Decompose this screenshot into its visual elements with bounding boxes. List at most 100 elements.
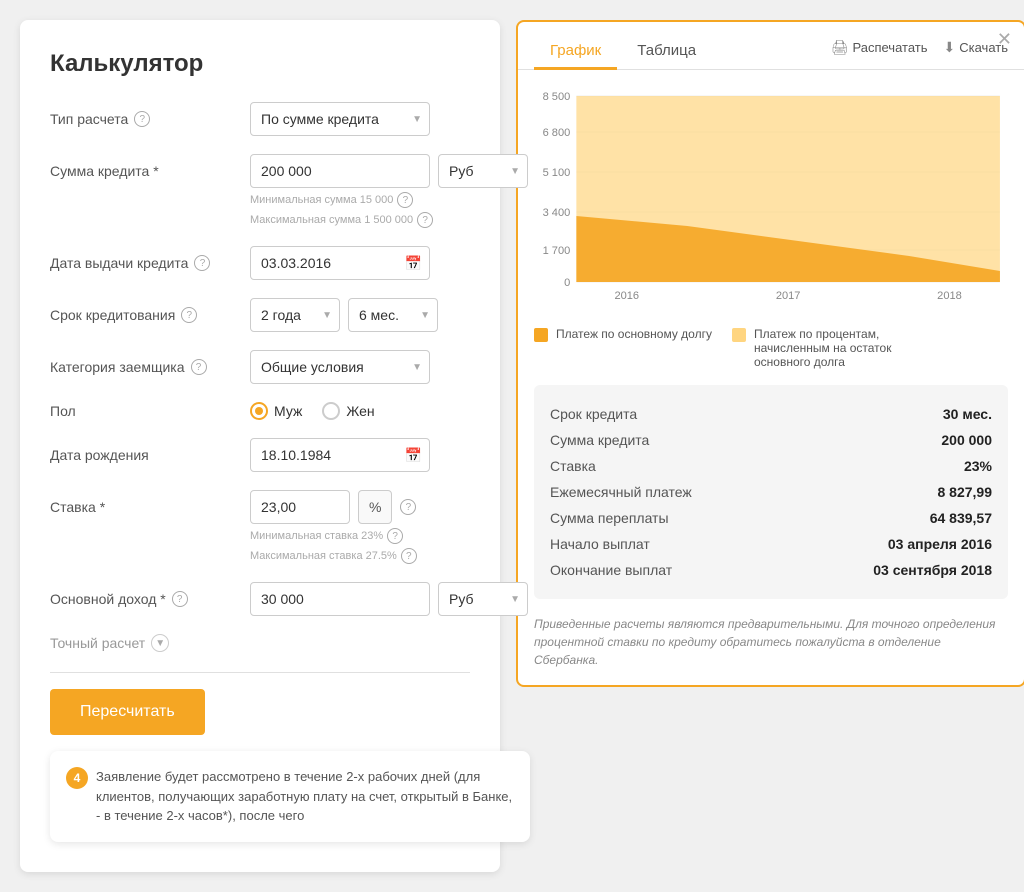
birthdate-label: Дата рождения — [50, 447, 250, 463]
svg-text:2018: 2018 — [937, 290, 962, 302]
exact-calc-row[interactable]: Точный расчет ▼ — [50, 634, 470, 652]
page-wrapper: Калькулятор Тип расчета ? По сумме креди… — [20, 20, 1004, 872]
print-button[interactable]: 🖨 Распечатать — [831, 39, 928, 56]
issue-date-label: Дата выдачи кредита ? — [50, 255, 250, 271]
income-help-icon[interactable]: ? — [172, 591, 188, 607]
rate-row: Ставка * % ? Минимальная ставка 23% ? Ма… — [50, 490, 470, 564]
gender-female-radio[interactable] — [322, 402, 340, 420]
legend-color-interest — [732, 328, 746, 342]
chart-area: 8 500 6 800 5 100 3 400 1 700 0 — [518, 70, 1024, 319]
summary-label-5: Начало выплат — [550, 536, 650, 552]
calculator-panel: Калькулятор Тип расчета ? По сумме креди… — [20, 20, 500, 872]
calc-type-help-icon[interactable]: ? — [134, 111, 150, 127]
summary-row-3: Ежемесячный платеж 8 827,99 — [550, 479, 992, 505]
rate-main-row: Ставка * % ? — [50, 490, 470, 524]
close-button[interactable]: ✕ — [997, 30, 1012, 48]
credit-amount-sub-texts: Минимальная сумма 15 000 ? Максимальная … — [250, 192, 470, 228]
summary-value-3: 8 827,99 — [938, 484, 993, 500]
calc-type-select-wrapper: По сумме кредита ▼ — [250, 102, 430, 136]
income-currency-select[interactable]: Руб — [438, 582, 528, 616]
rate-max-help-icon[interactable]: ? — [401, 548, 417, 564]
print-icon: 🖨 — [831, 39, 849, 56]
term-row: Срок кредитования ? 2 года 1 год 3 года … — [50, 298, 470, 332]
birthdate-input[interactable] — [250, 438, 430, 472]
summary-row-6: Окончание выплат 03 сентября 2018 — [550, 557, 992, 583]
rate-max-text: Максимальная ставка 27.5% ? — [250, 548, 470, 564]
step-row: 4 Заявление будет рассмотрено в течение … — [66, 767, 514, 826]
income-controls: Руб ▼ — [250, 582, 528, 616]
summary-value-5: 03 апреля 2016 — [888, 536, 992, 552]
term-months-wrapper: 6 мес. 0 мес. 3 мес. ▼ — [348, 298, 438, 332]
rate-min-help-icon[interactable]: ? — [387, 528, 403, 544]
term-label: Срок кредитования ? — [50, 307, 250, 323]
credit-amount-label: Сумма кредита * — [50, 163, 250, 179]
legend-label-interest: Платеж по процентам, начисленным на оста… — [754, 327, 912, 369]
gender-female-option[interactable]: Жен — [322, 402, 374, 420]
legend-item-principal: Платеж по основному долгу — [534, 327, 712, 369]
step-content: 4 Заявление будет рассмотрено в течение … — [50, 751, 530, 842]
category-help-icon[interactable]: ? — [191, 359, 207, 375]
income-label: Основной доход * ? — [50, 591, 250, 607]
tab-actions: 🖨 Распечатать ⬇ Скачать — [831, 39, 1008, 64]
download-icon: ⬇ — [944, 39, 956, 56]
summary-label-6: Окончание выплат — [550, 562, 672, 578]
birthdate-row: Дата рождения 📅 — [50, 438, 470, 472]
tab-table[interactable]: Таблица — [621, 34, 712, 70]
term-help-icon[interactable]: ? — [181, 307, 197, 323]
gender-label: Пол — [50, 403, 250, 419]
svg-text:2017: 2017 — [776, 290, 801, 302]
exact-calc-chevron-icon[interactable]: ▼ — [151, 634, 169, 652]
credit-amount-main-row: Сумма кредита * Руб ▼ — [50, 154, 470, 188]
issue-date-calendar-icon[interactable]: 📅 — [405, 255, 422, 272]
gender-radio-group: Муж Жен — [250, 402, 375, 420]
step-badge: 4 — [66, 767, 88, 789]
form-divider — [50, 672, 470, 673]
summary-label-3: Ежемесячный платеж — [550, 484, 692, 500]
credit-max-help-icon[interactable]: ? — [417, 212, 433, 228]
term-years-select[interactable]: 2 года 1 год 3 года — [250, 298, 340, 332]
summary-row-1: Сумма кредита 200 000 — [550, 427, 992, 453]
rate-percent-label: % — [358, 490, 392, 524]
category-row: Категория заемщика ? Общие условия ▼ — [50, 350, 470, 384]
svg-text:3 400: 3 400 — [543, 207, 571, 219]
tab-graph[interactable]: График — [534, 34, 617, 70]
svg-text:2016: 2016 — [614, 290, 639, 302]
income-currency-wrapper: Руб ▼ — [438, 582, 528, 616]
credit-amount-input[interactable] — [250, 154, 430, 188]
rate-controls: % ? — [250, 490, 470, 524]
step-text: Заявление будет рассмотрено в течение 2-… — [96, 767, 514, 826]
calc-type-label: Тип расчета ? — [50, 111, 250, 127]
birthdate-controls: 📅 — [250, 438, 470, 472]
rate-help-icon[interactable]: ? — [400, 499, 416, 515]
exact-calc-label: Точный расчет — [50, 635, 145, 651]
chart-legend: Платеж по основному долгу Платеж по проц… — [518, 319, 1024, 385]
term-years-wrapper: 2 года 1 год 3 года ▼ — [250, 298, 340, 332]
calc-type-select[interactable]: По сумме кредита — [250, 102, 430, 136]
currency-select-wrapper: Руб ▼ — [438, 154, 528, 188]
issue-date-row: Дата выдачи кредита ? 📅 — [50, 246, 470, 280]
summary-label-4: Сумма переплаты — [550, 510, 669, 526]
recalculate-button[interactable]: Пересчитать — [50, 689, 205, 735]
summary-label-1: Сумма кредита — [550, 432, 649, 448]
income-input[interactable] — [250, 582, 430, 616]
rate-min-text: Минимальная ставка 23% ? — [250, 528, 470, 544]
credit-min-help-icon[interactable]: ? — [397, 192, 413, 208]
term-months-select[interactable]: 6 мес. 0 мес. 3 мес. — [348, 298, 438, 332]
rate-label: Ставка * — [50, 499, 250, 515]
birthdate-calendar-icon[interactable]: 📅 — [405, 447, 422, 464]
gender-male-radio[interactable] — [250, 402, 268, 420]
summary-value-4: 64 839,57 — [930, 510, 992, 526]
calc-type-controls: По сумме кредита ▼ — [250, 102, 470, 136]
svg-text:6 800: 6 800 — [543, 127, 571, 139]
issue-date-input[interactable] — [250, 246, 430, 280]
issue-date-help-icon[interactable]: ? — [194, 255, 210, 271]
summary-value-6: 03 сентября 2018 — [873, 562, 992, 578]
rate-input[interactable] — [250, 490, 350, 524]
category-select-wrapper: Общие условия ▼ — [250, 350, 430, 384]
gender-male-option[interactable]: Муж — [250, 402, 302, 420]
issue-date-wrapper: 📅 — [250, 246, 430, 280]
category-select[interactable]: Общие условия — [250, 350, 430, 384]
income-row: Основной доход * ? Руб ▼ — [50, 582, 470, 616]
currency-select[interactable]: Руб — [438, 154, 528, 188]
term-controls: 2 года 1 год 3 года ▼ 6 мес. 0 мес. 3 ме… — [250, 298, 470, 332]
